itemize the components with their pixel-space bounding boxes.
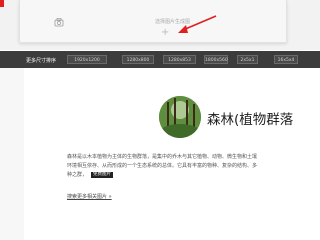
left-margin xyxy=(0,68,24,240)
size-chip[interactable]: 1280x853 xyxy=(163,55,196,64)
search-more-link[interactable]: 搜索更多相关图片 » xyxy=(67,193,112,200)
description-line-with-tag: 种之群， 免费图片 xyxy=(67,171,320,180)
size-chip[interactable]: 16x5x4 xyxy=(274,55,298,64)
size-bar: 更多尺寸排序 1920x1200 1280x800 1280x853 1800x… xyxy=(0,51,320,68)
article-description: 森林是以木本植物为主体的生物群落，是集中的乔木与其它植物、动物、微生物和土壤 环… xyxy=(67,153,320,180)
image-upload-popup[interactable]: 选择图片生成图 + xyxy=(19,0,287,43)
more-sizes-label: 更多尺寸排序 xyxy=(26,58,57,64)
brand-marker xyxy=(0,0,4,7)
camera-icon[interactable] xyxy=(54,12,64,27)
description-line: 环境相互依存、从而形成的一个生态系统的总体。它具有丰富的物种、复杂的结构、多 xyxy=(67,163,258,169)
size-chip[interactable]: 2x5x1 xyxy=(237,55,258,64)
description-line: 种之群， xyxy=(67,172,88,178)
arrow-annotation xyxy=(178,15,217,33)
forest-avatar-image xyxy=(159,96,201,138)
size-chip[interactable]: 1280x800 xyxy=(122,55,154,64)
plus-icon[interactable]: + xyxy=(161,28,169,38)
page-title: 森林(植物群落 xyxy=(207,112,294,128)
size-chip[interactable]: 1800x560 xyxy=(204,55,228,64)
size-chip[interactable]: 1920x1200 xyxy=(67,55,107,64)
free-image-tag[interactable]: 免费图片 xyxy=(91,171,114,178)
description-line: 森林是以木本植物为主体的生物群落，是集中的乔木与其它植物、动物、微生物和土壤 xyxy=(67,154,258,160)
